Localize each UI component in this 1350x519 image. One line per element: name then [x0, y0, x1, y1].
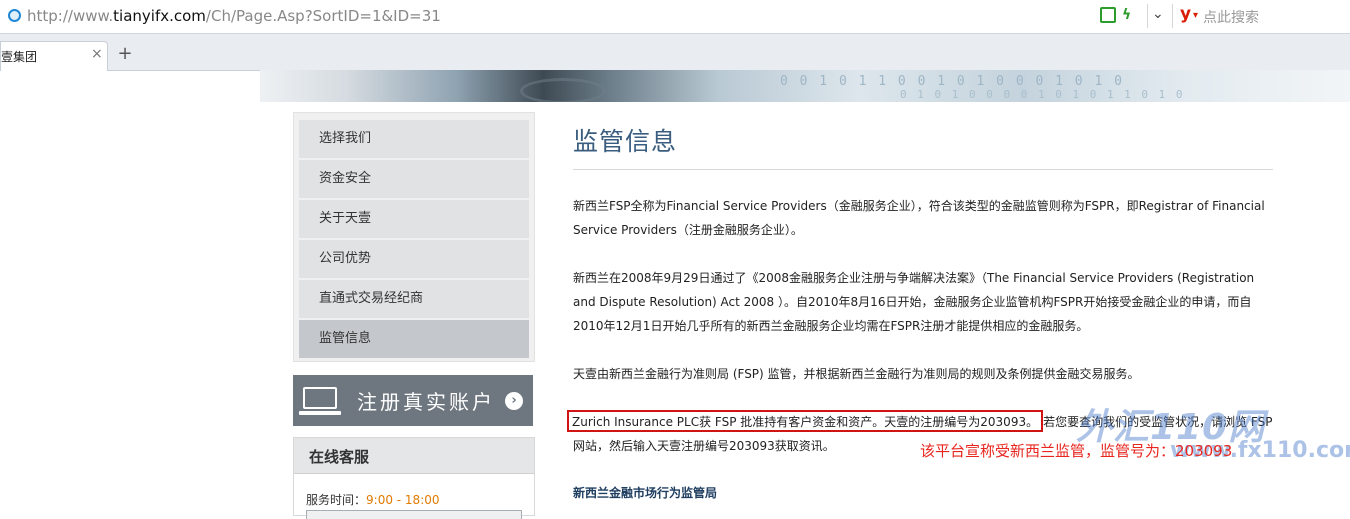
globe-icon: [8, 9, 21, 22]
bolt-icon[interactable]: ϟ: [1122, 7, 1131, 23]
address-bar[interactable]: http://www.tianyifx.com/Ch/Page.Asp?Sort…: [0, 0, 1350, 34]
url-path: /Ch/Page.Asp?SortID=1&ID=31: [205, 7, 441, 25]
tab-bar: 壹集团 × +: [0, 34, 1350, 71]
banner-decoration: [520, 78, 606, 102]
service-hours: 服务时间：9:00 - 18:00: [306, 491, 440, 508]
register-label: 注册真实账户: [357, 390, 495, 414]
sidebar-nav: 选择我们 资金安全 关于天壹 公司优势 直通式交易经纪商 监管信息: [293, 112, 535, 362]
sidebar-item-stp-broker[interactable]: 直通式交易经纪商: [299, 280, 529, 318]
service-title: 在线客服: [309, 448, 370, 466]
browser-tab[interactable]: 壹集团 ×: [0, 41, 108, 71]
annotation-text: 该平台宣称受新西兰监管，监管号为：203093: [920, 442, 1233, 460]
search-input[interactable]: 点此搜索: [1203, 7, 1259, 27]
service-header: 在线客服: [294, 438, 534, 474]
sidebar-item-regulation[interactable]: 监管信息: [299, 320, 529, 358]
register-account-button[interactable]: 注册真实账户 ›: [293, 375, 533, 426]
section-heading: 新西兰金融市场行为监管局: [573, 486, 718, 500]
share-icon[interactable]: [1100, 7, 1116, 23]
search-engine-dropdown-icon[interactable]: ▾: [1193, 10, 1198, 21]
page-title: 监管信息: [573, 127, 678, 156]
service-hours-label: 服务时间：: [306, 493, 367, 507]
url-text[interactable]: http://www.tianyifx.com/Ch/Page.Asp?Sort…: [27, 7, 441, 25]
paragraph-regulator: 天壹由新西兰金融行为准则局 (FSP) 监管，并根据新西兰金融行为准则局的规则及…: [573, 367, 1140, 381]
service-hours-value: 9:00 - 18:00: [366, 493, 440, 507]
banner-decoration: 0 0 1 0 1 1 0 0 1 0 1 0 0 0 1 0 1 0: [780, 74, 1124, 89]
divider: [1172, 4, 1173, 28]
search-engine-icon[interactable]: y: [1180, 4, 1191, 24]
banner-decoration: 0 1 0 1 0 0 0 0 1 0 1 0 1 1 0 1 0: [900, 88, 1185, 101]
chevron-down-icon[interactable]: ⌄: [1152, 6, 1164, 22]
new-tab-button[interactable]: +: [113, 43, 137, 67]
paragraph-fsp-intro: 新西兰FSP全称为Financial Service Providers（金融服…: [573, 199, 1265, 237]
url-domain: tianyifx.com: [113, 7, 206, 25]
close-icon[interactable]: ×: [91, 46, 103, 62]
chevron-right-icon: ›: [505, 392, 523, 410]
sidebar-item-advantages[interactable]: 公司优势: [299, 240, 529, 278]
service-tabs[interactable]: [306, 510, 522, 519]
address-tools: ϟ: [1100, 7, 1131, 23]
header-banner: 0 0 1 0 1 1 0 0 1 0 1 0 0 0 1 0 1 0 0 1 …: [260, 70, 1350, 102]
divider: [573, 169, 1273, 170]
sidebar-item-fund-safety[interactable]: 资金安全: [299, 160, 529, 198]
laptop-icon: [299, 387, 341, 415]
divider: [1147, 4, 1148, 28]
url-prefix: http://www.: [27, 7, 114, 25]
online-service-panel: 在线客服 服务时间：9:00 - 18:00: [293, 437, 535, 519]
sidebar-item-about[interactable]: 关于天壹: [299, 200, 529, 238]
tab-title: 壹集团: [1, 50, 38, 64]
sidebar-item-choose-us[interactable]: 选择我们: [299, 120, 529, 158]
highlight-box: Zurich Insurance PLC获 FSP 批准持有客户资金和资产。天壹…: [567, 410, 1044, 432]
paragraph-legislation: 新西兰在2008年9月29日通过了《2008金融服务企业注册与争端解决法案》（T…: [573, 271, 1255, 333]
